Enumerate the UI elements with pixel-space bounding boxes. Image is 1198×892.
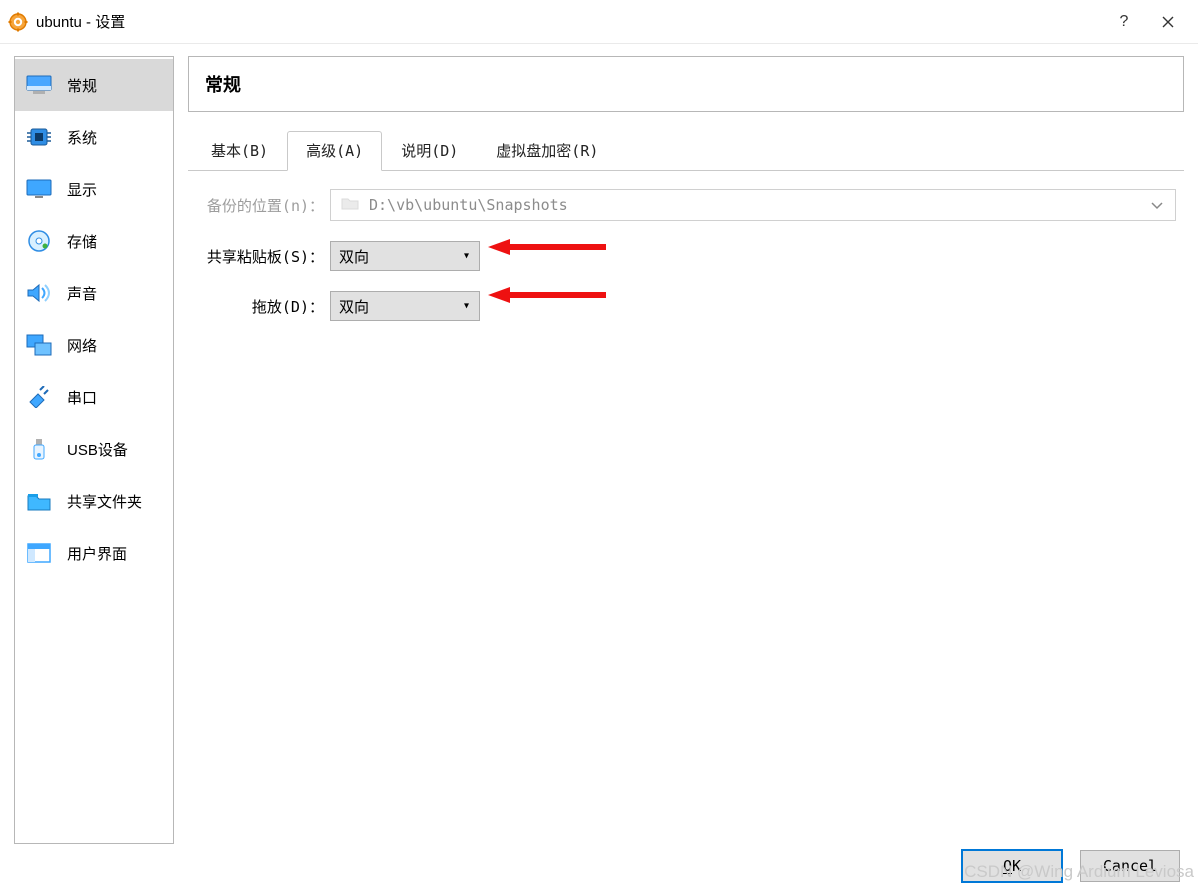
label-clipboard: 共享粘贴板(S)： xyxy=(196,246,330,267)
caret-down-icon: ▾ xyxy=(464,251,469,262)
clipboard-combo[interactable]: 双向 ▾ xyxy=(330,241,480,271)
annotation-arrow xyxy=(488,239,608,255)
usb-icon xyxy=(25,438,53,460)
sidebar-item-label: 用户界面 xyxy=(67,543,127,564)
monitor-icon xyxy=(25,74,53,96)
window-title: ubuntu - 设置 xyxy=(36,11,125,32)
folder-icon xyxy=(25,490,53,512)
sidebar-item-label: 声音 xyxy=(67,283,97,304)
clipboard-value: 双向 xyxy=(339,246,369,267)
sidebar-item-label: 网络 xyxy=(67,335,97,356)
speaker-icon xyxy=(25,282,53,304)
titlebar: ubuntu - 设置 ? xyxy=(0,0,1198,44)
sidebar-item-label: 系统 xyxy=(67,127,97,148)
row-dragdrop: 拖放(D)： 双向 ▾ xyxy=(196,291,1176,321)
close-button[interactable] xyxy=(1146,0,1190,44)
snapshot-path-field[interactable]: D:\vb\ubuntu\Snapshots xyxy=(330,189,1176,221)
sidebar-item-shared[interactable]: 共享文件夹 xyxy=(15,475,173,527)
row-snapshot-path: 备份的位置(n)： D:\vb\ubuntu\Snapshots xyxy=(196,189,1176,221)
sidebar: 常规 系统 显示 存储 声音 xyxy=(14,56,174,844)
form-area: 备份的位置(n)： D:\vb\ubuntu\Snapshots 共享粘贴板(S… xyxy=(188,171,1184,359)
sidebar-item-usb[interactable]: USB设备 xyxy=(15,423,173,475)
sidebar-item-audio[interactable]: 声音 xyxy=(15,267,173,319)
chevron-down-icon xyxy=(1151,196,1163,214)
sidebar-item-display[interactable]: 显示 xyxy=(15,163,173,215)
label-snapshot: 备份的位置(n)： xyxy=(196,195,330,216)
disk-icon xyxy=(25,230,53,252)
label-dragdrop: 拖放(D)： xyxy=(196,296,330,317)
plug-icon xyxy=(25,386,53,408)
sidebar-item-label: 显示 xyxy=(67,179,97,200)
chip-icon xyxy=(25,126,53,148)
window-icon xyxy=(25,542,53,564)
sidebar-item-network[interactable]: 网络 xyxy=(15,319,173,371)
content: 常规 基本(B) 高级(A) 说明(D) 虚拟盘加密(R) 备份的位置(n)： … xyxy=(188,56,1184,844)
footer: OK Cancel xyxy=(962,850,1180,882)
sidebar-item-label: 串口 xyxy=(67,387,97,408)
screen-icon xyxy=(25,178,53,200)
sidebar-item-label: 存储 xyxy=(67,231,97,252)
tab-basic[interactable]: 基本(B) xyxy=(192,131,287,171)
caret-down-icon: ▾ xyxy=(464,301,469,312)
sidebar-item-storage[interactable]: 存储 xyxy=(15,215,173,267)
net-icon xyxy=(25,334,53,356)
tabs: 基本(B) 高级(A) 说明(D) 虚拟盘加密(R) xyxy=(188,130,1184,171)
sidebar-item-ui[interactable]: 用户界面 xyxy=(15,527,173,579)
sidebar-item-label: USB设备 xyxy=(67,439,128,460)
dragdrop-combo[interactable]: 双向 ▾ xyxy=(330,291,480,321)
tab-encryption[interactable]: 虚拟盘加密(R) xyxy=(477,131,617,171)
app-icon xyxy=(8,12,28,32)
sidebar-item-general[interactable]: 常规 xyxy=(15,59,173,111)
tab-description[interactable]: 说明(D) xyxy=(382,131,477,171)
help-button[interactable]: ? xyxy=(1102,0,1146,44)
row-clipboard: 共享粘贴板(S)： 双向 ▾ xyxy=(196,241,1176,271)
snapshot-path-value: D:\vb\ubuntu\Snapshots xyxy=(369,196,568,214)
cancel-button[interactable]: Cancel xyxy=(1080,850,1180,882)
sidebar-item-system[interactable]: 系统 xyxy=(15,111,173,163)
folder-icon xyxy=(341,196,359,214)
panel-title: 常规 xyxy=(188,56,1184,112)
sidebar-item-label: 常规 xyxy=(67,75,97,96)
ok-button[interactable]: OK xyxy=(962,850,1062,882)
close-icon xyxy=(1162,16,1174,28)
sidebar-item-serial[interactable]: 串口 xyxy=(15,371,173,423)
tab-advanced[interactable]: 高级(A) xyxy=(287,131,382,171)
sidebar-item-label: 共享文件夹 xyxy=(67,491,142,512)
dragdrop-value: 双向 xyxy=(339,296,369,317)
annotation-arrow xyxy=(488,287,608,303)
